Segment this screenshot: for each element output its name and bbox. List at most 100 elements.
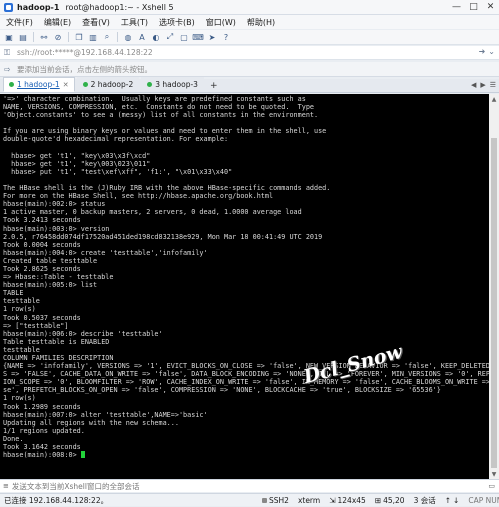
status-bar: 已连接 192.168.44.128:22。 SSH2 xterm ⇲ 124x… — [0, 493, 499, 506]
terminal-line: testtable — [3, 345, 40, 354]
add-session-arrow-icon[interactable]: ⇨ — [4, 65, 14, 74]
terminal-cursor — [80, 451, 85, 459]
menu-help[interactable]: 帮助(H) — [247, 17, 275, 28]
menu-window[interactable]: 窗口(W) — [206, 17, 236, 28]
terminal-line: The HBase shell is the (J)Ruby IRB with … — [3, 184, 331, 193]
scroll-down-icon[interactable]: ▼ — [489, 469, 499, 479]
cursor-icon: ⊞ — [374, 496, 382, 505]
toolbar-divider — [68, 32, 69, 42]
window-controls: — □ ✕ — [448, 0, 499, 14]
terminal-line: Took 1.2989 seconds — [3, 402, 81, 411]
resize-icon: ⇲ — [329, 496, 336, 505]
maximize-button[interactable]: □ — [465, 0, 482, 14]
terminal-type-label: xterm — [297, 496, 321, 505]
terminal-line: 1 row(s) — [3, 305, 36, 314]
terminal-line: Updating all regions with the new schema… — [3, 418, 179, 427]
status-details: SSH2 xterm ⇲ 124x45 ⊞ 45,20 3 会话 ↑ ↓ CAP… — [262, 494, 499, 507]
color-scheme-icon[interactable]: ◐ — [150, 31, 162, 43]
terminal-line: hbase> put 't1', "test\xef\xff", 'f1:', … — [3, 167, 233, 176]
terminal-line: 2.0.5, r76458dd074df17520ad451ded198cd83… — [3, 232, 323, 241]
terminal-line: Table testtable is ENABLED — [3, 337, 110, 346]
compose-bar: ≡ 发送文本到当前Xshell窗口的全部会话 ▭ — [0, 479, 499, 492]
fullscreen-icon[interactable]: ⤢ — [164, 31, 176, 43]
terminal-line: Done. — [3, 434, 24, 443]
send-icon[interactable]: ➤ — [206, 31, 218, 43]
help-icon[interactable]: ? — [220, 31, 232, 43]
connection-status: 已连接 192.168.44.128:22。 — [4, 495, 109, 505]
terminal-line: hbase(main):005:0> list — [3, 281, 98, 290]
connected-status-icon — [9, 82, 14, 87]
terminal-line: hbase> get 't1', "key\x03\x3f\xcd" — [3, 151, 151, 160]
terminal-line: hbase(main):007:0> alter 'testtable',NAM… — [3, 410, 208, 419]
new-session-icon[interactable]: ▣ — [3, 31, 15, 43]
disconnect-icon[interactable]: ⊘ — [52, 31, 64, 43]
scroll-thumb[interactable] — [491, 138, 497, 468]
arrow-up-icon[interactable]: ↑ — [445, 496, 451, 505]
session-tab-bar: 1 hadoop-1 ✕ 2 hadoop-2 3 hadoop-3 + ◀ ▶… — [0, 77, 499, 93]
terminal-line: If you are using binary keys or values a… — [3, 127, 327, 136]
compose-menu-icon[interactable]: ≡ — [3, 482, 9, 490]
cursor-position-label: 45,20 — [383, 496, 405, 505]
terminal-line: NAME, VERSIONS, COMPRESSION, etc. Consta… — [3, 103, 314, 112]
compose-close-icon[interactable]: ▭ — [488, 482, 495, 490]
lock-icon[interactable]: ▢ — [178, 31, 190, 43]
tab-next-icon[interactable]: ▶ — [480, 81, 485, 89]
menu-file[interactable]: 文件(F) — [6, 17, 33, 28]
terminal-line: COLUMN FAMILIES DESCRIPTION — [3, 354, 114, 362]
tab-hadoop-3[interactable]: 3 hadoop-3 — [141, 77, 204, 92]
close-button[interactable]: ✕ — [482, 0, 499, 14]
arrow-down-icon[interactable]: ↓ — [453, 496, 459, 505]
terminal-line: se', PREFETCH_BLOCKS_ON_OPEN => 'false',… — [3, 386, 441, 395]
tab-hadoop-2[interactable]: 2 hadoop-2 — [76, 77, 140, 92]
terminal-line: testtable — [3, 297, 40, 306]
xshell-app-icon — [4, 2, 13, 12]
terminal-line: Took 0.0004 seconds — [3, 240, 81, 249]
keyboard-icon[interactable]: ⌨ — [192, 31, 204, 43]
address-expand-icon[interactable]: ⌄ — [488, 47, 495, 56]
compose-input[interactable]: 发送文本到当前Xshell窗口的全部会话 — [12, 481, 140, 492]
window-title: hadoop-1 root@hadoop1:~ - Xshell 5 — [17, 3, 174, 12]
tab-close-icon[interactable]: ✕ — [63, 81, 69, 89]
copy-icon[interactable]: ❐ — [73, 31, 85, 43]
terminal-line: For more on the HBase Shell, see http://… — [3, 192, 274, 201]
address-input[interactable]: ssh://root:*****@192.168.44.128:22 — [17, 48, 153, 57]
terminal-line: hbase(main):002:0> status — [3, 200, 106, 209]
terminal-line: S => 'FALSE', CACHE_DATA_ON_WRITE => 'fa… — [3, 370, 489, 379]
terminal-output[interactable]: '=>' character combination. Usually keys… — [0, 94, 489, 479]
paste-icon[interactable]: ▥ — [87, 31, 99, 43]
tab-prev-icon[interactable]: ◀ — [471, 81, 476, 89]
address-go-icon[interactable]: ➜ — [479, 47, 486, 56]
terminal-line: 1 row(s) — [3, 394, 36, 403]
menu-edit[interactable]: 编辑(E) — [44, 17, 71, 28]
open-folder-icon[interactable]: ▤ — [17, 31, 29, 43]
globe-icon[interactable]: ◍ — [122, 31, 134, 43]
address-actions: ➜ ⌄ — [479, 47, 495, 56]
tab-label: 1 hadoop-1 — [17, 80, 60, 89]
scroll-up-icon[interactable]: ▲ — [489, 94, 499, 104]
protocol-status: SSH2 — [262, 496, 289, 505]
terminal-line: 'Object.constants' to see a (messy) list… — [3, 111, 319, 120]
menu-view[interactable]: 查看(V) — [82, 17, 110, 28]
terminal-size-status: ⇲ 124x45 — [329, 496, 366, 505]
terminal-scrollbar[interactable]: ▲ ▼ — [489, 94, 499, 479]
menu-tabs[interactable]: 选项卡(B) — [159, 17, 195, 28]
tab-menu-icon[interactable]: ☰ — [490, 81, 496, 89]
add-tab-button[interactable]: + — [206, 79, 222, 92]
connected-status-icon — [147, 82, 153, 87]
terminal-line: hbase(main):003:0> version — [3, 224, 110, 233]
terminal-line: hbase(main):008:0> — [3, 451, 489, 459]
link-icon[interactable]: ⚯ — [38, 31, 50, 43]
secure-lock-icon — [262, 498, 267, 503]
menu-tools[interactable]: 工具(T) — [121, 17, 148, 28]
connected-status-icon — [82, 82, 88, 87]
window-title-session: hadoop-1 — [17, 2, 60, 12]
minimize-button[interactable]: — — [448, 0, 465, 14]
font-icon[interactable]: A — [136, 31, 148, 43]
find-icon[interactable]: ⌕ — [101, 31, 113, 43]
terminal-line: 1/1 regions updated. — [3, 426, 85, 435]
terminal-line: TABLE — [3, 289, 24, 298]
session-count-status: 3 会话 — [414, 495, 436, 506]
tab-hadoop-1[interactable]: 1 hadoop-1 ✕ — [3, 77, 75, 92]
